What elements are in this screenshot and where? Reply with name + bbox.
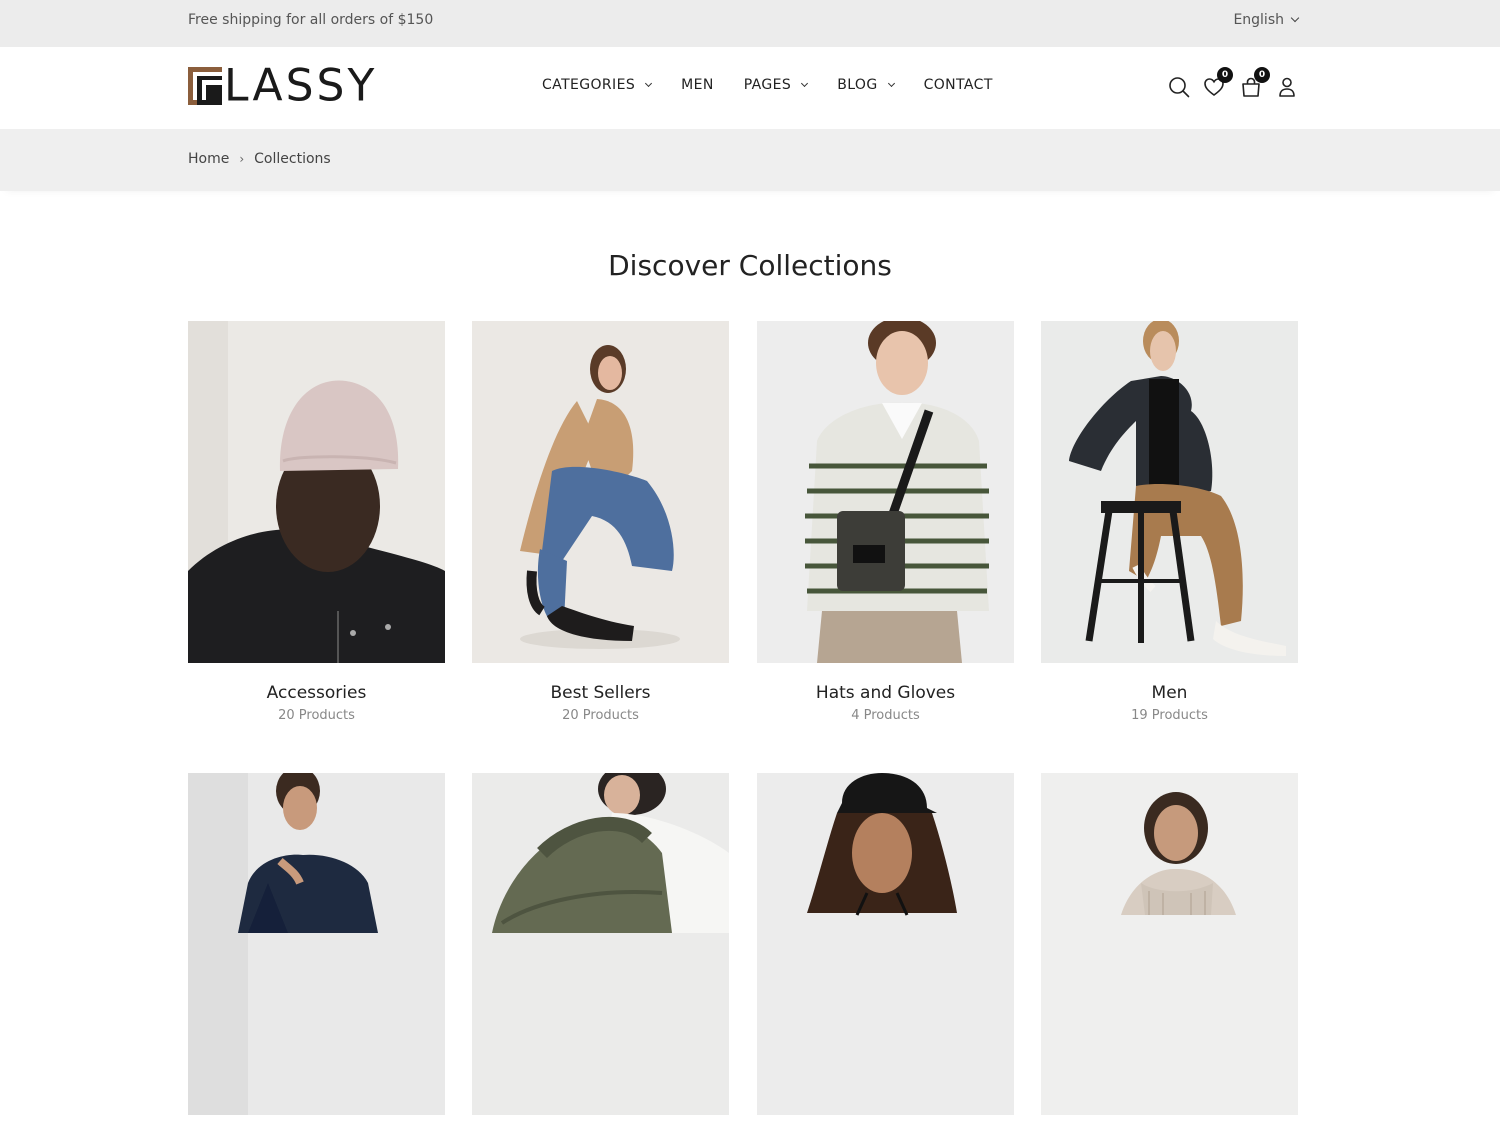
- breadcrumb-current: Collections: [254, 151, 331, 167]
- nav-item-men[interactable]: MEN: [681, 77, 714, 93]
- nav-label: MEN: [681, 77, 714, 93]
- nav-label: BLOG: [837, 77, 878, 93]
- collection-name[interactable]: Men: [1041, 683, 1298, 703]
- chevron-down-icon: [887, 79, 895, 87]
- language-label: English: [1233, 12, 1284, 28]
- collection-photo: [757, 773, 1014, 1115]
- collection-card[interactable]: [757, 773, 1014, 1135]
- collection-image[interactable]: [1041, 321, 1298, 663]
- breadcrumb-bar: Home › Collections: [0, 129, 1500, 191]
- shipping-notice: Free shipping for all orders of $150: [188, 12, 434, 28]
- collection-card[interactable]: [1041, 773, 1298, 1135]
- collection-photo: [757, 321, 1014, 663]
- breadcrumb-home-link[interactable]: Home: [188, 151, 229, 167]
- nav-item-blog[interactable]: BLOG: [837, 77, 895, 93]
- collection-image[interactable]: [472, 773, 729, 1115]
- collection-card[interactable]: [188, 773, 445, 1135]
- cart-count-badge: 0: [1254, 67, 1270, 83]
- collection-image[interactable]: [757, 773, 1014, 1115]
- wishlist-count-badge: 0: [1217, 67, 1233, 83]
- chevron-down-icon: [1290, 13, 1300, 23]
- collection-product-count: 4 Products: [851, 708, 920, 723]
- logo-text: LASSY: [224, 59, 378, 112]
- nav-label: PAGES: [743, 77, 792, 93]
- nav-item-pages[interactable]: PAGES: [743, 77, 809, 93]
- chevron-down-icon: [645, 79, 653, 87]
- collection-card-hats-and-gloves[interactable]: Hats and Gloves 4 Products: [757, 321, 1014, 723]
- collection-name[interactable]: Accessories: [188, 683, 445, 703]
- collection-image[interactable]: [1041, 773, 1298, 1115]
- nav-label: CATEGORIES: [542, 77, 636, 93]
- collection-image[interactable]: [188, 321, 445, 663]
- wishlist-button[interactable]: 0: [1203, 67, 1233, 102]
- collection-card[interactable]: [472, 773, 729, 1135]
- nav-label: CONTACT: [923, 77, 993, 93]
- logo-mark-icon: [188, 67, 222, 105]
- site-header: LASSY CATEGORIES MEN PAGES BLOG CONTACT: [0, 47, 1500, 129]
- collection-photo: [1041, 321, 1298, 663]
- collection-card-men[interactable]: Men 19 Products: [1041, 321, 1298, 723]
- user-icon: [1279, 77, 1295, 97]
- nav-item-contact[interactable]: CONTACT: [924, 77, 993, 93]
- account-button[interactable]: [1277, 76, 1297, 102]
- logo[interactable]: LASSY: [188, 59, 378, 112]
- collection-photo: [188, 321, 445, 663]
- collection-photo: [188, 773, 445, 1115]
- collection-product-count: 20 Products: [278, 708, 355, 723]
- collection-product-count: 20 Products: [562, 708, 639, 723]
- search-button[interactable]: [1168, 76, 1190, 102]
- announcement-bar: Free shipping for all orders of $150 Eng…: [0, 0, 1500, 47]
- cart-button[interactable]: 0: [1240, 67, 1270, 102]
- collection-product-count: 19 Products: [1131, 708, 1208, 723]
- collection-image[interactable]: [757, 321, 1014, 663]
- collection-card-best-sellers[interactable]: Best Sellers 20 Products: [472, 321, 729, 723]
- collection-image[interactable]: [188, 773, 445, 1115]
- collection-name[interactable]: Hats and Gloves: [757, 683, 1014, 703]
- collection-photo: [472, 321, 729, 663]
- main-nav: CATEGORIES MEN PAGES BLOG CONTACT: [542, 77, 1023, 93]
- nav-item-categories[interactable]: CATEGORIES: [542, 77, 653, 93]
- collection-name[interactable]: Best Sellers: [472, 683, 729, 703]
- collection-photo: [472, 773, 729, 1115]
- collection-image[interactable]: [472, 321, 729, 663]
- collection-card-accessories[interactable]: Accessories 20 Products: [188, 321, 445, 723]
- collection-photo: [1041, 773, 1298, 1115]
- breadcrumb-separator: ›: [239, 152, 245, 166]
- chevron-down-icon: [801, 79, 809, 87]
- breadcrumb: Home › Collections: [188, 151, 331, 167]
- language-selector[interactable]: English: [1233, 12, 1300, 28]
- search-icon: [1169, 77, 1190, 98]
- page-title: Discover Collections: [608, 249, 892, 282]
